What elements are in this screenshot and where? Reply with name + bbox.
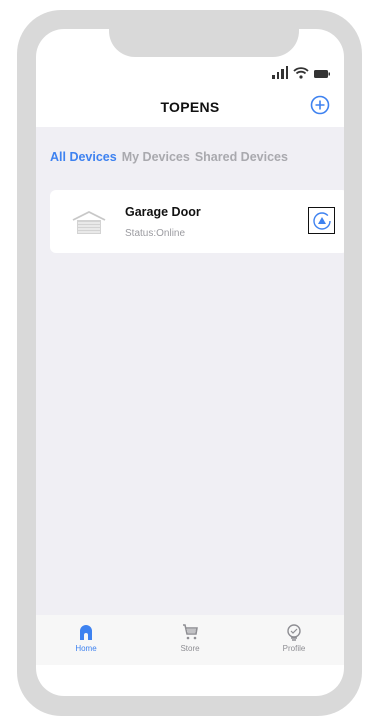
tab-all-devices[interactable]: All Devices	[50, 150, 117, 164]
lightbulb-icon	[287, 624, 301, 641]
device-name: Garage Door	[125, 205, 201, 219]
device-status: Status:Online	[125, 228, 186, 239]
tabbar-label-store: Store	[180, 644, 200, 653]
open-arrow-icon	[312, 211, 331, 230]
phone-frame: TOPENS All Devices My Devices Shared Dev…	[17, 10, 362, 716]
app-header: TOPENS	[36, 95, 344, 123]
home-icon	[80, 625, 92, 640]
garage-door-icon	[72, 211, 106, 234]
open-door-button[interactable]	[308, 207, 335, 234]
bottom-tab-bar: Home Store Profile	[36, 615, 344, 665]
tabbar-item-profile[interactable]: Profile	[264, 623, 324, 653]
device-card-garage-door[interactable]: Garage Door Status:Online	[50, 190, 344, 253]
signal-icon	[272, 66, 288, 79]
tabbar-label-home: Home	[75, 644, 97, 653]
tabbar-item-store[interactable]: Store	[160, 623, 220, 653]
app-screen: TOPENS All Devices My Devices Shared Dev…	[36, 29, 344, 696]
tab-shared-devices[interactable]: Shared Devices	[195, 150, 288, 164]
battery-icon	[314, 70, 330, 78]
device-list-area: All Devices My Devices Shared Devices Ga…	[36, 127, 344, 615]
device-filter-tabs: All Devices My Devices Shared Devices	[50, 150, 288, 164]
status-bar	[272, 66, 330, 79]
phone-notch	[109, 29, 299, 57]
tabbar-label-profile: Profile	[282, 644, 306, 653]
tabbar-item-home[interactable]: Home	[56, 623, 116, 653]
tab-my-devices[interactable]: My Devices	[122, 150, 190, 164]
page-title: TOPENS	[160, 99, 220, 115]
add-device-button[interactable]	[310, 95, 330, 115]
cart-icon	[183, 624, 198, 640]
wifi-icon	[293, 67, 309, 79]
